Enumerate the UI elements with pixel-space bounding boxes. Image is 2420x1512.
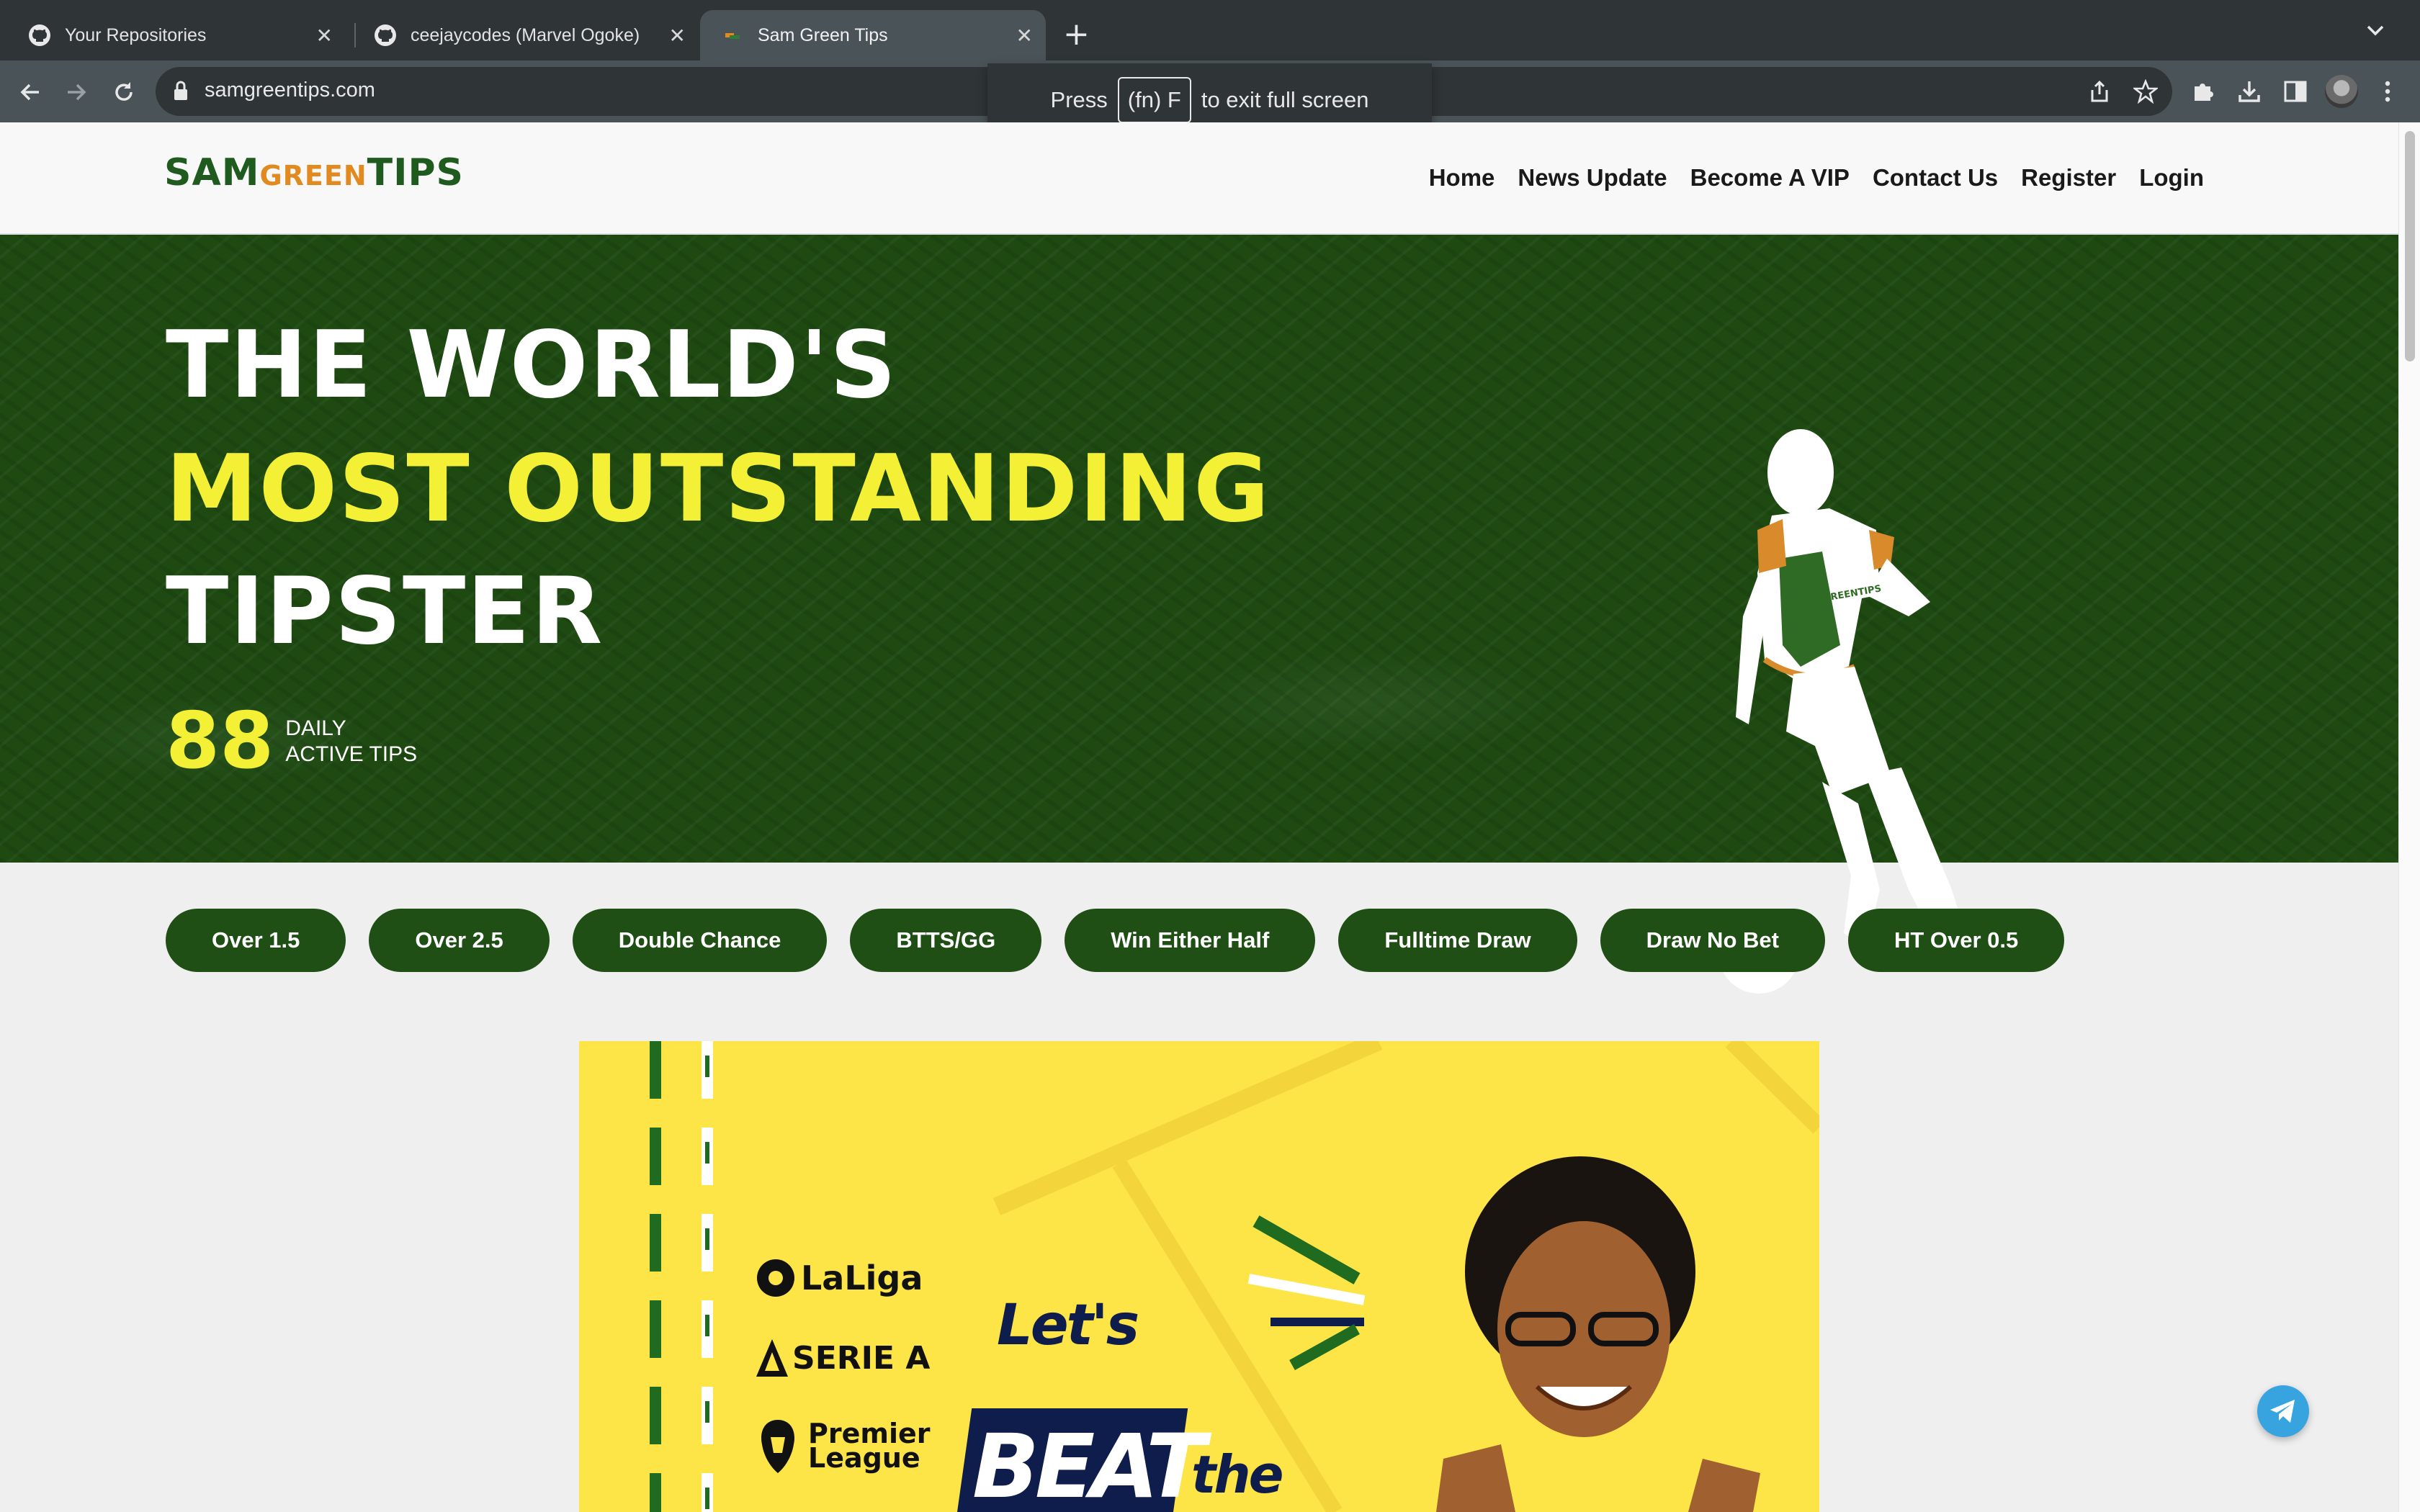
banner-tagline-beat: BEAT — [972, 1416, 1206, 1512]
nav-news-update[interactable]: News Update — [1518, 164, 1667, 192]
hero-title-line-3: TIPSTER — [166, 558, 604, 665]
premier-league-logo: Premier League — [755, 1416, 931, 1476]
daily-tips-stat: 88 DAILY ACTIVE TIPS — [166, 703, 417, 780]
laliga-ball-icon — [757, 1259, 794, 1297]
bookmark-star-icon[interactable] — [2129, 75, 2162, 108]
league-serie-a: SERIE A — [792, 1339, 931, 1377]
stat-number: 88 — [166, 696, 274, 786]
main-navigation: Home News Update Become A VIP Contact Us… — [1429, 164, 2204, 192]
hero-title-line-2: MOST OUTSTANDING — [166, 436, 1271, 543]
site-favicon — [720, 23, 745, 48]
dashed-stripe-green — [650, 1041, 661, 1512]
category-over-1-5[interactable]: Over 1.5 — [166, 909, 346, 972]
reload-icon[interactable] — [108, 76, 140, 108]
category-fulltime-draw[interactable]: Fulltime Draw — [1338, 909, 1577, 972]
league-league: League — [808, 1442, 920, 1474]
tab-search-chevron-icon[interactable] — [2364, 22, 2387, 42]
stat-label-line-1: DAILY — [285, 716, 346, 740]
league-laliga: LaLiga — [801, 1259, 923, 1297]
scrollbar-thumb[interactable] — [2405, 131, 2415, 361]
hero-section: THE WORLD'S MOST OUTSTANDING TIPSTER 88 … — [0, 235, 2398, 994]
close-tab-icon[interactable]: ✕ — [669, 24, 686, 48]
cheering-person-photo — [1436, 1156, 1760, 1512]
share-icon[interactable] — [2083, 75, 2116, 108]
profile-avatar[interactable] — [2325, 75, 2358, 108]
tab-title: ceejaycodes (Marvel Ogoke) — [411, 24, 640, 45]
toast-key: (fn) F — [1117, 77, 1191, 123]
serie-a-icon — [756, 1339, 788, 1377]
logo-part-tips: TIPS — [367, 151, 465, 194]
premier-league-lion-icon — [761, 1420, 795, 1473]
tab-your-repositories[interactable]: Your Repositories ✕ — [0, 10, 346, 60]
site-logo[interactable]: SAMGREENTIPS — [164, 154, 464, 192]
logo-part-sam: SAM — [164, 151, 260, 194]
nav-become-vip[interactable]: Become A VIP — [1690, 164, 1850, 192]
url-text: samgreentips.com — [205, 78, 375, 102]
browser-tab-strip: Your Repositories ✕ ceejaycodes (Marvel … — [0, 0, 2420, 60]
tab-title: Sam Green Tips — [758, 24, 888, 45]
download-icon[interactable] — [2233, 75, 2266, 108]
stat-label: DAILY ACTIVE TIPS — [285, 716, 417, 768]
extensions-puzzle-icon[interactable] — [2187, 75, 2220, 108]
forward-arrow-icon[interactable] — [60, 76, 92, 108]
browser-menu-kebab-icon[interactable] — [2371, 75, 2404, 108]
promo-banner[interactable]: LaLiga SERIE A Premier League Let's BEAT… — [579, 1041, 1819, 1512]
site-header: SAMGREENTIPS Home News Update Become A V… — [0, 122, 2398, 235]
category-over-2-5[interactable]: Over 2.5 — [369, 909, 550, 972]
category-draw-no-bet[interactable]: Draw No Bet — [1600, 909, 1825, 972]
category-double-chance[interactable]: Double Chance — [572, 909, 828, 972]
nav-contact-us[interactable]: Contact Us — [1873, 164, 1998, 192]
toast-prefix: Press — [1050, 87, 1108, 112]
banner-tagline-lets: Let's — [997, 1293, 1139, 1358]
serie-a-logo: SERIE A — [755, 1338, 930, 1378]
telegram-plane-icon — [2270, 1400, 2295, 1423]
web-page: SAMGREENTIPS Home News Update Become A V… — [0, 122, 2398, 1512]
banner-tagline-the: the — [1191, 1444, 1284, 1505]
nav-register[interactable]: Register — [2021, 164, 2116, 192]
tab-title: Your Repositories — [65, 24, 207, 45]
github-icon — [27, 23, 52, 48]
category-ht-over-0-5[interactable]: HT Over 0.5 — [1847, 909, 2065, 972]
category-btts-gg[interactable]: BTTS/GG — [850, 909, 1042, 972]
toast-suffix: to exit full screen — [1201, 87, 1369, 112]
tab-sam-green-tips[interactable]: Sam Green Tips ✕ — [700, 10, 1046, 60]
nav-login[interactable]: Login — [2139, 164, 2204, 192]
category-win-either-half[interactable]: Win Either Half — [1065, 909, 1316, 972]
laliga-logo: LaLiga — [755, 1257, 923, 1299]
side-panel-icon[interactable] — [2279, 75, 2312, 108]
tip-category-buttons: Over 1.5 Over 2.5 Double Chance BTTS/GG … — [166, 909, 2065, 972]
hero-title-line-1: THE WORLD'S — [166, 312, 898, 419]
lock-icon — [173, 80, 189, 104]
back-arrow-icon[interactable] — [14, 76, 46, 108]
tab-ceejaycodes[interactable]: ceejaycodes (Marvel Ogoke) ✕ — [346, 10, 699, 60]
page-scrollbar[interactable] — [2398, 122, 2420, 1512]
close-tab-icon[interactable]: ✕ — [1016, 24, 1033, 48]
league-premier-league: Premier League — [808, 1420, 931, 1472]
nav-home[interactable]: Home — [1429, 164, 1495, 192]
close-tab-icon[interactable]: ✕ — [316, 24, 333, 48]
stat-label-line-2: ACTIVE TIPS — [285, 742, 418, 766]
telegram-chat-button[interactable] — [2257, 1385, 2309, 1437]
logo-part-green: GREEN — [259, 160, 367, 192]
github-icon — [373, 23, 398, 48]
new-tab-plus-icon[interactable]: + — [1063, 16, 1090, 53]
